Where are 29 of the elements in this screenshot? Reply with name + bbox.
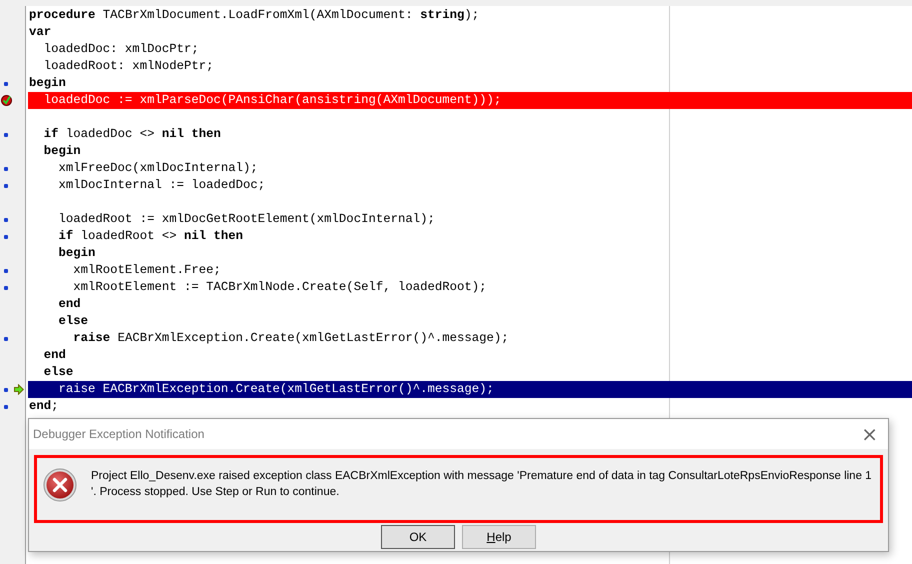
code-line: end xyxy=(42,348,66,362)
error-message: Project Ello_Desenv.exe raised exception class EACBrXmlException with message 'Premature end of data in tag ConsultarLoteRpsEnvioResponse line 1 '. Process stopped. Use Step or Run to continue. xyxy=(91,469,873,500)
code-line: xmlRootElement := TACBrXmlNode.Create(Self, loadedRoot); xyxy=(72,280,487,294)
code-line: loadedRoot: xmlNodePtr; xyxy=(42,59,214,73)
code-line: xmlDocInternal := loadedDoc; xyxy=(58,178,266,192)
code-line: loadedDoc := xmlParseDoc(PAnsiChar(ansistring(AXmlDocument))); xyxy=(42,93,502,107)
code-line: xmlFreeDoc(xmlDocInternal); xyxy=(58,161,258,175)
code-line: if loadedDoc <> nil then xyxy=(42,127,221,141)
help-button[interactable]: Help xyxy=(462,525,536,549)
ok-button[interactable]: OK xyxy=(381,525,455,549)
code-line: loadedRoot := xmlDocGetRootElement(xmlDocInternal); xyxy=(58,212,435,226)
error-icon xyxy=(43,468,77,502)
code-line: else xyxy=(42,365,74,379)
code-line: loadedDoc: xmlDocPtr; xyxy=(42,42,199,56)
close-button[interactable]: × xyxy=(857,424,882,444)
code-line: begin xyxy=(29,76,66,90)
code-line: else xyxy=(58,314,88,328)
code-line: raise EACBrXmlException.Create(xmlGetLastError()^.message); xyxy=(58,382,494,396)
code-line: raise EACBrXmlException.Create(xmlGetLastError()^.message); xyxy=(72,331,509,345)
code-line: begin xyxy=(58,246,96,260)
code-line: end xyxy=(58,297,81,311)
code-line: end; xyxy=(29,399,59,413)
dialog-title: Debugger Exception Notification xyxy=(33,427,204,441)
code-line: procedure TACBrXmlDocument.LoadFromXml(AXmlDocument: string); xyxy=(29,8,480,22)
code-line: if loadedRoot <> nil then xyxy=(58,229,244,243)
code-line: var xyxy=(29,25,52,39)
code-line: begin xyxy=(42,144,81,158)
breakpoint-check-icon[interactable] xyxy=(1,95,12,106)
code-line: xmlRootElement.Free; xyxy=(72,263,221,277)
